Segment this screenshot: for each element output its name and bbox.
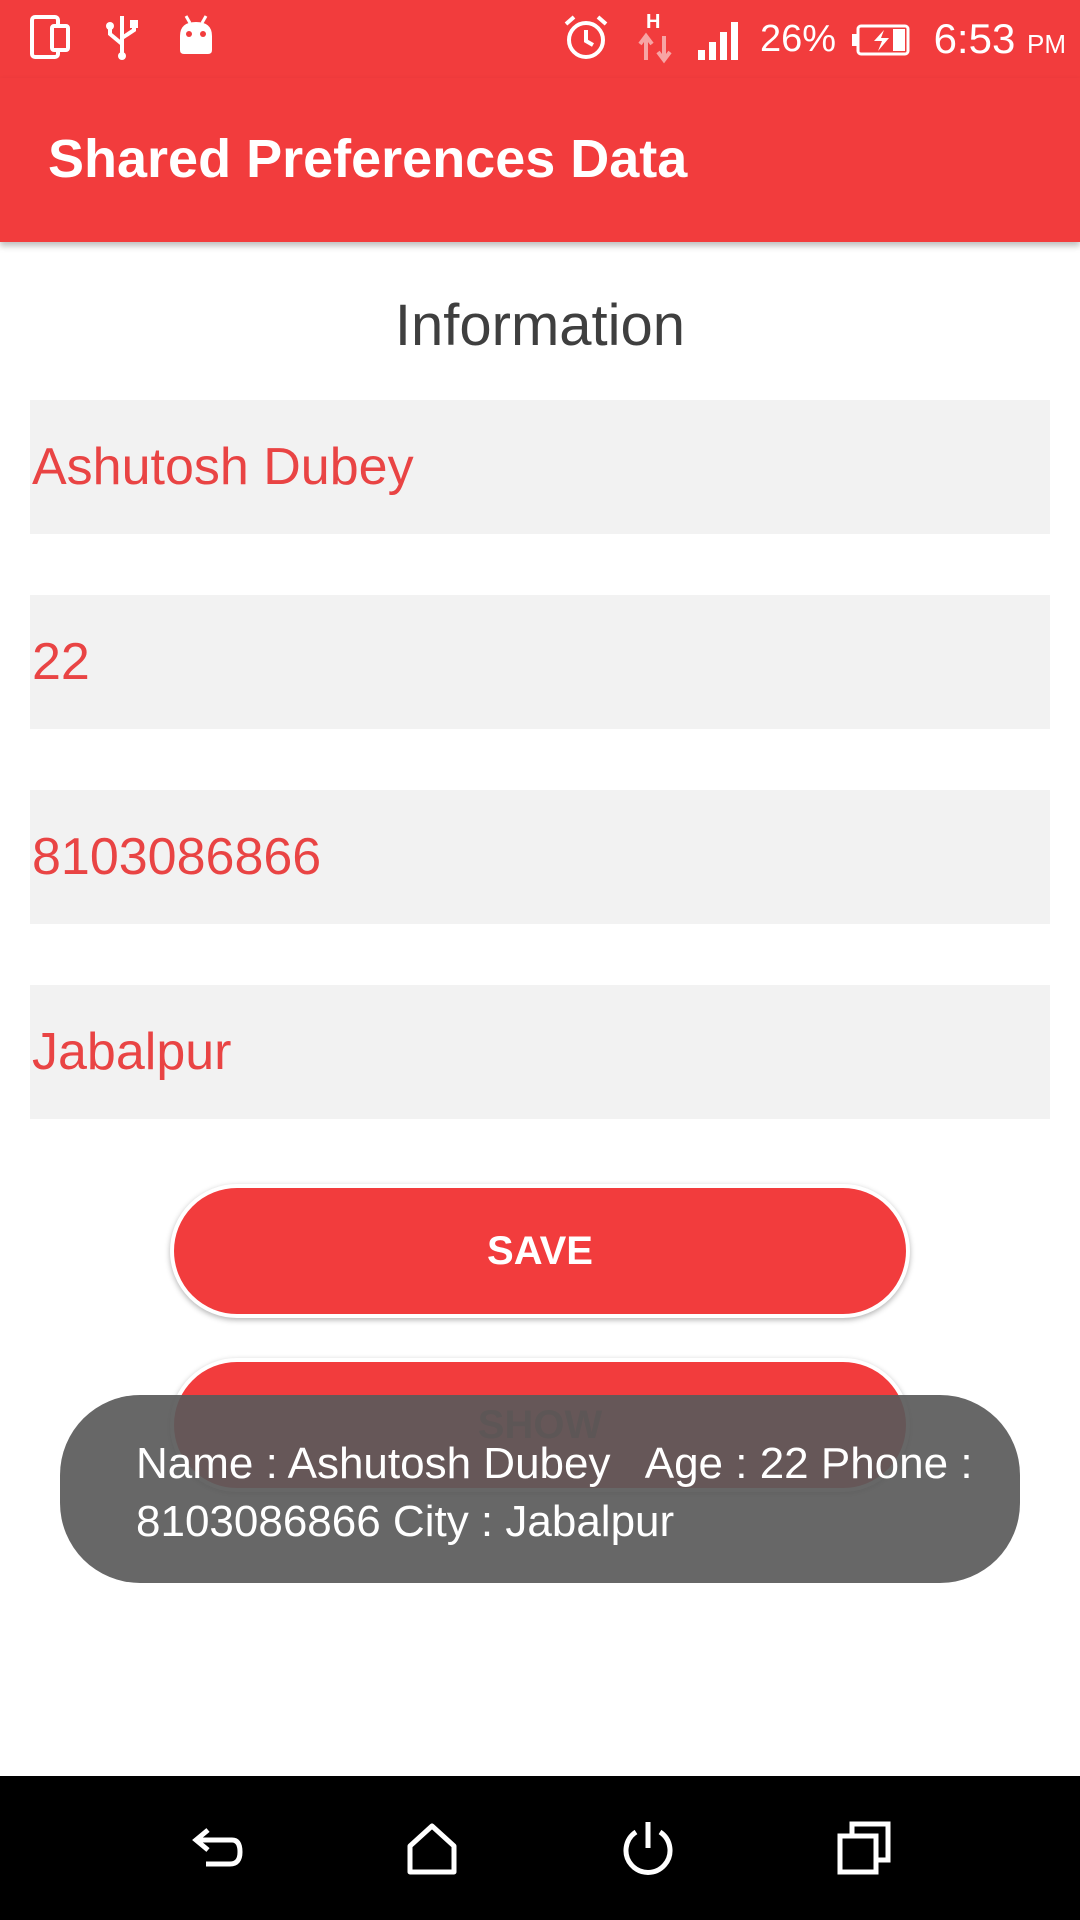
toast-line-2: 8103086866 City : Jabalpur xyxy=(136,1497,675,1546)
city-field[interactable]: Jabalpur xyxy=(30,985,1050,1119)
information-heading: Information xyxy=(394,293,686,358)
home-icon[interactable] xyxy=(402,1818,462,1878)
navigation-bar xyxy=(0,1776,1080,1920)
svg-text:H: H xyxy=(646,11,660,33)
phone-field[interactable]: 8103086866 xyxy=(30,790,1050,924)
signal-icon xyxy=(698,20,742,65)
age-field[interactable]: 22 xyxy=(30,595,1050,729)
alarm-icon xyxy=(562,14,610,67)
battery-charging-icon xyxy=(852,24,912,61)
android-icon xyxy=(176,14,216,65)
app-bar: Shared Preferences Data xyxy=(0,78,1080,242)
screen-icon xyxy=(30,14,70,65)
app-title: Shared Preferences Data xyxy=(48,129,688,189)
data-arrows-icon: H xyxy=(636,10,676,69)
usb-icon xyxy=(104,14,140,65)
status-bar: H 26% 6:53 PM xyxy=(0,0,1080,78)
power-icon[interactable] xyxy=(618,1818,678,1878)
clock: 6:53 PM xyxy=(933,15,1066,62)
battery-percent: 26% xyxy=(760,18,837,60)
toast-line-1: Name : Ashutosh Dubey Age : 22 Phone : xyxy=(136,1439,973,1488)
toast-message: Name : Ashutosh Dubey Age : 22 Phone : 8… xyxy=(60,1395,1020,1583)
save-button[interactable]: SAVE xyxy=(170,1184,910,1318)
back-icon[interactable] xyxy=(186,1818,246,1878)
recents-icon[interactable] xyxy=(834,1818,894,1878)
name-field[interactable]: Ashutosh Dubey xyxy=(30,400,1050,534)
